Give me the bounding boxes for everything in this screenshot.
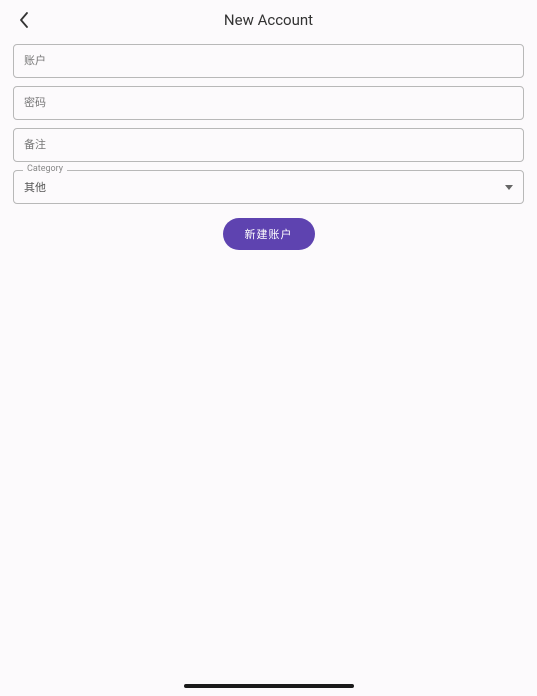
note-input[interactable] — [13, 128, 524, 162]
account-input[interactable] — [13, 44, 524, 78]
category-select[interactable]: 其他 — [13, 170, 524, 204]
chevron-left-icon — [19, 12, 29, 28]
category-label: Category — [23, 164, 67, 174]
header: New Account — [0, 0, 537, 40]
password-input[interactable] — [13, 86, 524, 120]
back-button[interactable] — [14, 10, 34, 30]
create-account-button[interactable]: 新建账户 — [223, 218, 315, 250]
category-select-wrapper: Category 其他 — [13, 170, 524, 204]
category-value: 其他 — [24, 179, 46, 195]
chevron-down-icon — [505, 185, 513, 190]
form-container: Category 其他 新建账户 — [0, 44, 537, 250]
page-title: New Account — [12, 11, 525, 29]
home-indicator — [184, 684, 354, 688]
